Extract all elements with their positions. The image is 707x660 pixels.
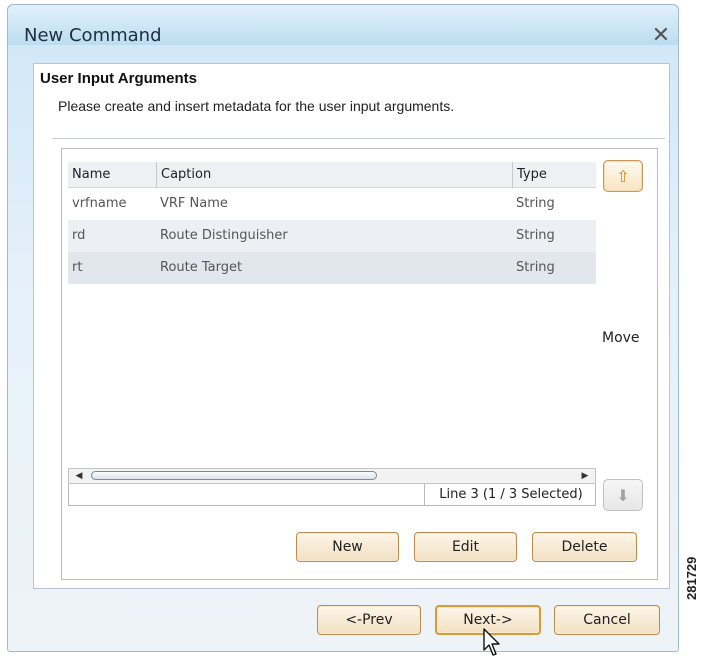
page-title: User Input Arguments xyxy=(40,70,197,87)
delete-button[interactable]: Delete xyxy=(532,532,637,562)
content-panel: User Input Arguments Please create and i… xyxy=(33,63,670,589)
arguments-table: Name Caption Type vrfname VRF Name Strin… xyxy=(68,162,596,468)
title-bar: New Command ✕ xyxy=(8,5,678,47)
column-header-caption[interactable]: Caption xyxy=(156,162,512,188)
divider xyxy=(52,138,665,139)
table-status-bar: Line 3 (1 / 3 Selected) xyxy=(68,484,596,506)
scroll-left-icon[interactable]: ◀ xyxy=(71,469,87,483)
scrollbar-thumb[interactable] xyxy=(91,471,377,480)
arrow-down-icon: ⬇ xyxy=(616,485,630,505)
page-subtitle: Please create and insert metadata for th… xyxy=(58,98,455,114)
mouse-pointer-icon xyxy=(483,628,500,656)
move-label: Move xyxy=(602,330,640,346)
new-button[interactable]: New xyxy=(296,532,399,562)
horizontal-scrollbar[interactable]: ◀ ▶ xyxy=(68,468,596,484)
cell-name: rt xyxy=(72,260,83,275)
selection-status: Line 3 (1 / 3 Selected) xyxy=(424,484,597,505)
edit-button[interactable]: Edit xyxy=(414,532,517,562)
new-command-dialog: New Command ✕ User Input Arguments Pleas… xyxy=(7,4,679,652)
table-row-selected[interactable]: rt Route Target String xyxy=(68,252,596,284)
cell-type: String xyxy=(516,260,555,275)
cell-caption: VRF Name xyxy=(160,196,228,211)
close-icon[interactable]: ✕ xyxy=(650,25,672,47)
figure-id-label: 281729 xyxy=(684,556,699,600)
prev-button[interactable]: <-Prev xyxy=(317,605,421,635)
arrow-up-icon: ⇧ xyxy=(616,166,630,186)
cell-name: vrfname xyxy=(72,196,127,211)
column-header-type[interactable]: Type xyxy=(512,162,596,188)
column-header-name[interactable]: Name xyxy=(68,162,156,188)
cell-type: String xyxy=(516,196,555,211)
scroll-right-icon[interactable]: ▶ xyxy=(577,469,593,483)
cell-caption: Route Distinguisher xyxy=(160,228,288,243)
cell-name: rd xyxy=(72,228,86,243)
cell-type: String xyxy=(516,228,555,243)
cell-caption: Route Target xyxy=(160,260,243,275)
cancel-button[interactable]: Cancel xyxy=(554,605,660,635)
dialog-title: New Command xyxy=(24,25,162,46)
move-down-button[interactable]: ⬇ xyxy=(603,479,643,511)
table-row[interactable]: rd Route Distinguisher String xyxy=(68,220,596,252)
table-row[interactable]: vrfname VRF Name String xyxy=(68,188,596,220)
table-header: Name Caption Type xyxy=(68,162,596,188)
move-up-button[interactable]: ⇧ xyxy=(603,160,643,192)
